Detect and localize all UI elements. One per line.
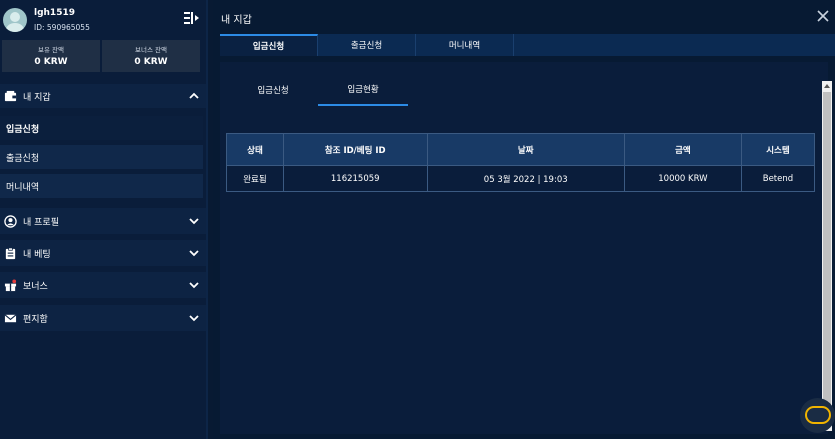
table-header-row: 상태 참조 ID/베팅 ID 날짜 금액 시스템 <box>226 133 816 166</box>
chat-bubble-icon <box>805 406 831 424</box>
cash-balance-label: 보유 잔액 <box>38 46 64 54</box>
cash-balance: 보유 잔액 0 KRW <box>2 40 100 72</box>
scrollbar[interactable] <box>822 81 832 431</box>
live-chat-button[interactable] <box>800 398 835 433</box>
sidebar-section-bonus[interactable]: 보너스 <box>0 272 206 298</box>
wallet-icon <box>4 90 17 101</box>
chevron-up-icon[interactable] <box>189 91 199 101</box>
sidebar-section-wallet[interactable]: 내 지갑 <box>0 84 206 108</box>
column-header-status: 상태 <box>226 133 284 166</box>
bonus-balance-value: 0 KRW <box>134 57 168 67</box>
sidebar-section-bets[interactable]: 내 베팅 <box>0 240 206 266</box>
sidebar-section-bets-label: 내 베팅 <box>23 249 51 260</box>
cell-date: 05 3월 2022 | 19:03 <box>426 165 625 192</box>
column-header-reference-id: 참조 ID/베팅 ID <box>282 133 428 166</box>
bonus-balance-label: 보너스 잔액 <box>135 46 167 54</box>
tab-money-history[interactable]: 머니내역 <box>416 34 514 56</box>
cash-balance-value: 0 KRW <box>34 57 68 67</box>
close-icon[interactable] <box>816 9 830 23</box>
sidebar-section-mail-label: 편지함 <box>23 314 48 325</box>
tab-content: 입금신청 입금현황 상태 참조 ID/베팅 ID 날짜 금액 시스템 완료됨 1… <box>220 62 832 434</box>
chevron-down-icon[interactable] <box>189 216 199 226</box>
sidebar-item-withdraw[interactable]: 출금신청 <box>0 145 203 169</box>
tab-withdraw[interactable]: 출금신청 <box>318 34 416 56</box>
sidebar-section-wallet-label: 내 지갑 <box>23 92 51 103</box>
cell-reference-id: 116215059 <box>282 165 428 192</box>
subtab-deposit-request[interactable]: 입금신청 <box>228 74 318 106</box>
sidebar-item-deposit[interactable]: 입금신청 <box>0 116 203 140</box>
scrollbar-thumb[interactable] <box>823 92 831 420</box>
scroll-up-arrow-icon[interactable] <box>822 81 832 91</box>
subtab-deposit-status[interactable]: 입금현황 <box>318 74 408 106</box>
user-id: ID: 590965055 <box>34 23 90 32</box>
cell-amount: 10000 KRW <box>623 165 742 192</box>
column-header-date: 날짜 <box>426 133 625 166</box>
wallet-tabs: 입금신청 출금신청 머니내역 <box>220 34 835 56</box>
cell-status: 완료됨 <box>226 165 284 192</box>
wallet-panel: 내 지갑 입금신청 출금신청 머니내역 입금신청 입금현황 상태 참조 ID/베… <box>213 0 835 439</box>
mail-icon <box>4 313 17 322</box>
table-row: 완료됨 116215059 05 3월 2022 | 19:03 10000 K… <box>226 165 816 192</box>
sidebar-section-profile-label: 내 프로필 <box>23 217 59 228</box>
chevron-down-icon[interactable] <box>189 248 199 258</box>
sidebar: lgh1519 ID: 590965055 보유 잔액 0 KRW 보너스 잔액… <box>0 0 208 439</box>
avatar[interactable] <box>3 8 27 32</box>
chevron-down-icon[interactable] <box>189 313 199 323</box>
sidebar-item-money-history[interactable]: 머니내역 <box>0 174 203 198</box>
cell-system: Betend <box>740 165 816 192</box>
sidebar-section-mail[interactable]: 편지함 <box>0 305 206 331</box>
deposit-subtabs: 입금신청 입금현황 <box>228 74 408 106</box>
clipboard-icon <box>5 247 16 259</box>
bonus-balance: 보너스 잔액 0 KRW <box>102 40 200 72</box>
panel-title: 내 지갑 <box>221 15 252 26</box>
sidebar-section-bonus-label: 보너스 <box>23 281 48 292</box>
sidebar-section-profile[interactable]: 내 프로필 <box>0 208 206 234</box>
deposit-status-table: 상태 참조 ID/베팅 ID 날짜 금액 시스템 완료됨 116215059 0… <box>226 133 816 192</box>
user-icon <box>4 214 17 228</box>
column-header-system: 시스템 <box>740 133 816 166</box>
menu-toggle-icon[interactable] <box>184 11 200 25</box>
gift-icon <box>4 278 17 291</box>
user-profile-header: lgh1519 ID: 590965055 <box>0 0 208 40</box>
username: lgh1519 <box>34 8 75 18</box>
column-header-amount: 금액 <box>623 133 742 166</box>
chevron-down-icon[interactable] <box>189 280 199 290</box>
tab-deposit[interactable]: 입금신청 <box>220 34 318 56</box>
balance-summary: 보유 잔액 0 KRW 보너스 잔액 0 KRW <box>2 40 200 72</box>
